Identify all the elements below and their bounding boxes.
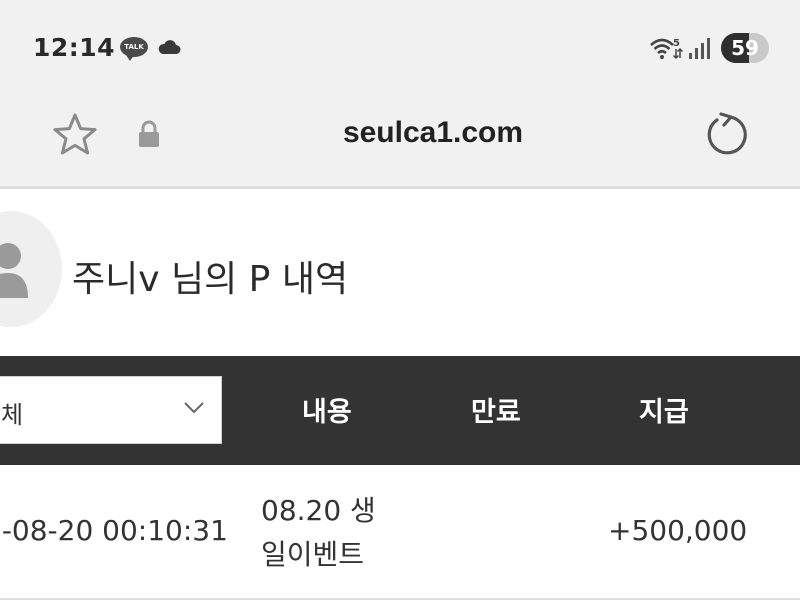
column-header-expiry: 만료: [471, 397, 521, 428]
cell-content: 08.20 생일이벤트: [261, 494, 376, 571]
clock: 12:14: [33, 33, 116, 62]
browser-address-bar: seulca1.com: [0, 96, 800, 189]
chevron-down-icon: [184, 402, 204, 414]
page-title: 주니v 님의 P 내역: [72, 259, 349, 300]
url-text[interactable]: seulca1.com: [0, 116, 800, 150]
column-header-payment: 지급: [639, 397, 689, 428]
cloud-icon: [158, 40, 181, 54]
filter-select[interactable]: 체: [0, 376, 222, 444]
reload-icon[interactable]: [704, 112, 750, 158]
user-icon: [0, 243, 28, 298]
table-header: 체 내용 만료 지급: [0, 356, 800, 465]
column-header-content: 내용: [302, 397, 352, 428]
filter-select-value: 체: [1, 401, 24, 429]
cell-amount: +500,000: [608, 514, 748, 547]
table-row: 5-08-20 00:10:31 08.20 생일이벤트 +500,000: [0, 465, 800, 600]
battery-indicator: 59: [721, 33, 769, 63]
status-bar: 12:14 TALK 5 59: [0, 0, 800, 96]
wifi-icon: 5: [650, 38, 683, 60]
signal-icon: [689, 38, 710, 59]
network-label: 5: [673, 38, 680, 49]
battery-level-text: 59: [731, 36, 759, 60]
avatar: [0, 211, 62, 327]
kakaotalk-icon: TALK: [120, 37, 148, 61]
cell-date: 5-08-20 00:10:31: [0, 514, 228, 547]
